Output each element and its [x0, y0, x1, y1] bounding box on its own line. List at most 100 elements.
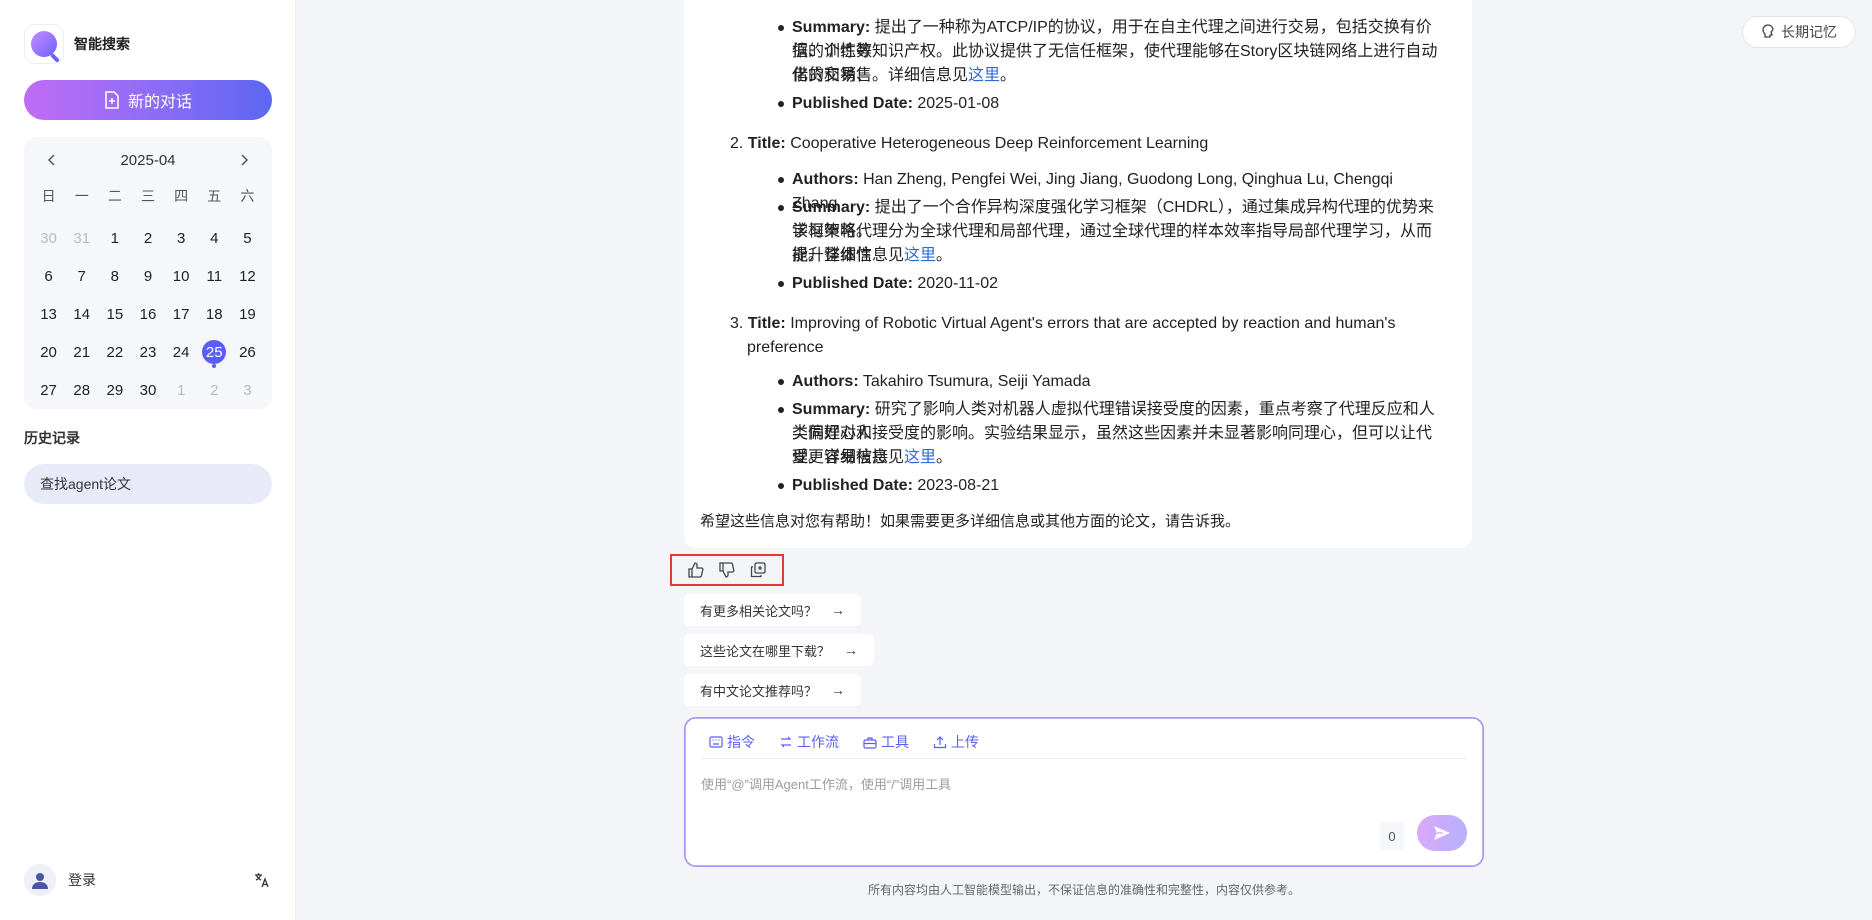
brand-name: 智能搜索 [74, 36, 130, 52]
long-term-memory-button[interactable]: 长期记忆 [1742, 16, 1856, 48]
calendar-day[interactable]: 4 [198, 219, 231, 257]
calendar-day-label: 26 [239, 343, 256, 361]
command-button[interactable]: 指令 [709, 732, 755, 752]
calendar-day-label: 1 [176, 381, 186, 399]
calendar-day[interactable]: 19 [231, 295, 264, 333]
thumbs-down-button[interactable] [715, 558, 739, 582]
calendar-day-label: 25 [202, 340, 227, 364]
calendar-day-label: 1 [110, 229, 120, 247]
calendar-day[interactable]: 14 [65, 295, 98, 333]
new-chat-button[interactable]: 新的对话 [24, 80, 272, 120]
calendar-day-label: 2 [143, 229, 153, 247]
workflow-label: 工作流 [797, 734, 839, 750]
workflow-button[interactable]: 工作流 [779, 732, 839, 752]
calendar-day[interactable]: 1 [98, 219, 131, 257]
calendar-day[interactable]: 24 [165, 333, 198, 371]
calendar-day-selected[interactable]: 25 [198, 333, 231, 371]
calendar-day[interactable]: 27 [32, 371, 65, 409]
calendar-day-label: 7 [77, 267, 86, 285]
calendar-day-label: 12 [239, 267, 256, 285]
calendar-day-label: 27 [40, 381, 57, 399]
calendar-day-label: 14 [73, 305, 91, 323]
suggestion-chip[interactable]: 有更多相关论文吗？ → [684, 594, 862, 626]
calendar-day-label: 8 [110, 267, 120, 285]
message-actions [670, 554, 784, 586]
avatar[interactable] [24, 864, 56, 896]
paper-link[interactable]: 这里 [904, 247, 936, 264]
next-month-button[interactable] [234, 150, 254, 170]
copy-button[interactable] [746, 558, 770, 582]
calendar-day-label: 3 [243, 381, 252, 399]
calendar-day-label: 21 [73, 343, 91, 361]
calendar-month: 2025-04 [120, 151, 176, 169]
calendar-day[interactable]: 30 [32, 219, 65, 257]
composer-toolbar: 指令 工作流 工具 上传 [709, 728, 1003, 756]
tools-label: 工具 [881, 734, 909, 750]
calendar-day[interactable]: 16 [131, 295, 164, 333]
calendar-day-label: 20 [40, 343, 57, 361]
calendar-weekday: 六 [240, 188, 255, 204]
calendar-day[interactable]: 22 [98, 333, 131, 371]
calendar-weekday: 五 [207, 188, 222, 204]
paper-authors: Authors: Takahiro Tsumura, Seiji Yamada [716, 370, 1440, 394]
closing-text: 希望这些信息对您有帮助！如果需要更多详细信息或其他方面的论文，请告诉我。 [700, 513, 1241, 530]
calendar-day[interactable]: 29 [98, 371, 131, 409]
calendar-day[interactable]: 3 [231, 371, 264, 409]
calendar-day[interactable]: 7 [65, 257, 98, 295]
calendar-day[interactable]: 9 [131, 257, 164, 295]
calendar-day[interactable]: 5 [231, 219, 264, 257]
suggestion-chip[interactable]: 有中文论文推荐吗？ → [684, 674, 862, 706]
calendar-day[interactable]: 28 [65, 371, 98, 409]
sidebar: 智能搜索 新的对话 2025-04 日一二三四五六 30 31 1 2 3 4 5 6 7 8 9 1… [0, 0, 296, 920]
message-input[interactable] [701, 772, 1461, 796]
paper-title: 3. Title: Improving of Robotic Virtual A… [730, 315, 1396, 332]
thumbs-up-button[interactable] [684, 558, 708, 582]
calendar-day[interactable]: 6 [32, 257, 65, 295]
calendar-day[interactable]: 15 [98, 295, 131, 333]
paper-date: Published Date: 2023-08-21 [716, 474, 1440, 498]
toolbox-icon [863, 736, 877, 749]
calendar-day[interactable]: 21 [65, 333, 98, 371]
calendar-day[interactable]: 11 [198, 257, 231, 295]
calendar-day[interactable]: 12 [231, 257, 264, 295]
calendar-day[interactable]: 17 [165, 295, 198, 333]
calendar-day[interactable]: 3 [165, 219, 198, 257]
user-icon [32, 873, 48, 889]
user-row: 登录 [24, 864, 272, 896]
calendar-day[interactable]: 31 [65, 219, 98, 257]
tools-button[interactable]: 工具 [863, 732, 909, 752]
calendar-weekday: 四 [174, 188, 189, 204]
language-switch-button[interactable] [252, 870, 272, 890]
calendar-day[interactable]: 10 [165, 257, 198, 295]
suggestion-chip[interactable]: 这些论文在哪里下载？ → [684, 634, 875, 666]
paper-link[interactable]: 这里 [904, 449, 936, 466]
assistant-message: Summary: 提出了一种称为ATCP/IP的协议，用于在自主代理之间进行交易… [684, 0, 1472, 548]
calendar-day[interactable]: 8 [98, 257, 131, 295]
suggestion-label: 这些论文在哪里下载？ [700, 643, 831, 659]
calendar-weekday: 一 [74, 188, 89, 204]
calendar-day-label: 11 [206, 267, 223, 285]
calendar-day[interactable]: 26 [231, 333, 264, 371]
prev-month-button[interactable] [42, 150, 62, 170]
paper-link[interactable]: 这里 [968, 67, 1000, 84]
calendar-day[interactable]: 30 [131, 371, 164, 409]
calendar-day[interactable]: 23 [131, 333, 164, 371]
calendar-day-label: 6 [44, 267, 53, 285]
calendar-day-label: 29 [106, 381, 124, 399]
login-link[interactable]: 登录 [68, 870, 96, 890]
history-item[interactable]: 查找agent论文 [24, 464, 272, 504]
calendar-weekdays: 日一二三四五六 [32, 183, 264, 209]
calendar-day[interactable]: 20 [32, 333, 65, 371]
suggestion-label: 有中文论文推荐吗？ [700, 683, 818, 699]
calendar-day[interactable]: 18 [198, 295, 231, 333]
calendar-weekday: 二 [107, 188, 122, 204]
calendar-day[interactable]: 1 [165, 371, 198, 409]
calendar-day[interactable]: 2 [131, 219, 164, 257]
upload-button[interactable]: 上传 [933, 732, 979, 752]
send-button[interactable] [1417, 815, 1467, 851]
calendar-day-label: 16 [139, 305, 157, 323]
calendar-day[interactable]: 13 [32, 295, 65, 333]
paper-summary-line: 能。详细信息见这里。 [792, 247, 953, 264]
translate-icon [255, 873, 269, 888]
calendar-day[interactable]: 2 [198, 371, 231, 409]
